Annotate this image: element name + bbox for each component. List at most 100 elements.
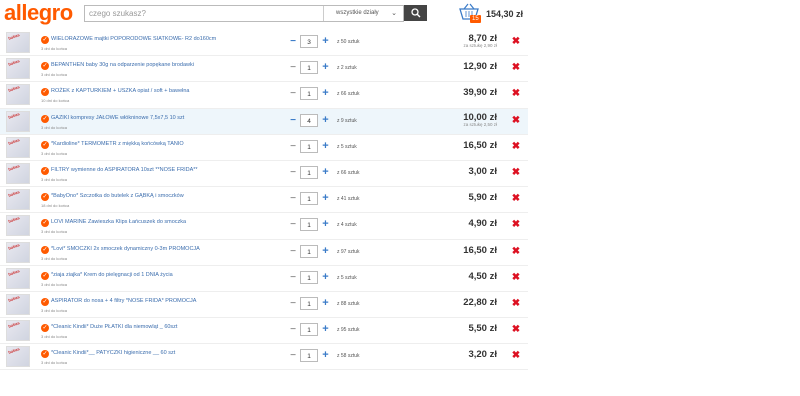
plus-icon[interactable]: + — [321, 61, 330, 74]
product-thumbnail[interactable]: bobas — [6, 241, 30, 263]
cart-item-row: bobas ✓ GAZIKI kompresy JAŁOWE włókninowe … — [0, 108, 528, 135]
quantity-input[interactable]: 1 — [300, 192, 318, 206]
plus-icon[interactable]: + — [321, 35, 330, 48]
quantity-input[interactable]: 1 — [300, 61, 318, 75]
product-thumbnail[interactable]: bobas — [6, 189, 30, 211]
product-thumbnail[interactable]: bobas — [6, 58, 30, 80]
product-thumbnail[interactable]: bobas — [6, 320, 30, 342]
quantity-input[interactable]: 4 — [300, 113, 318, 127]
minus-icon[interactable]: − — [289, 193, 297, 205]
cart-item-row: bobas ✓ FILTRY wymienne do ASPIRATORA 10sz… — [0, 161, 528, 188]
plus-icon[interactable]: + — [321, 140, 330, 153]
plus-icon[interactable]: + — [321, 114, 330, 127]
search-input[interactable] — [89, 6, 319, 21]
quantity-input[interactable]: 1 — [300, 87, 318, 101]
product-name-link[interactable]: ROŻEK z KAPTURKIEM + USZKA opiat / soft … — [51, 88, 189, 94]
x-icon[interactable]: ✖ — [511, 272, 521, 283]
quantity-input[interactable]: 1 — [300, 244, 318, 258]
product-name-link[interactable]: ASPIRATOR do nosa + 4 filtry *NOSE FRIDA… — [51, 298, 196, 304]
stock-info: z 66 sztuk — [337, 91, 360, 98]
product-thumbnail[interactable]: bobas — [6, 267, 30, 289]
product-name-link[interactable]: BEPANTHEN baby 30g na odparzenie popękan… — [51, 62, 194, 68]
unit-price: za sztukę 2,90 zł — [463, 43, 497, 48]
product-thumbnail[interactable]: bobas — [6, 84, 30, 106]
x-icon[interactable]: ✖ — [511, 246, 521, 257]
plus-icon[interactable]: + — [321, 323, 330, 336]
quantity-input[interactable]: 1 — [300, 323, 318, 337]
delivery-info: 3 dni do końca — [41, 150, 68, 156]
product-thumbnail[interactable]: bobas — [6, 346, 30, 368]
product-name-link[interactable]: *ziaja ziajka* Krem do pielęgnacji od 1 … — [51, 272, 173, 278]
quantity-input[interactable]: 1 — [300, 165, 318, 179]
minus-icon[interactable]: − — [289, 167, 297, 179]
plus-icon[interactable]: + — [321, 218, 330, 231]
minus-icon[interactable]: − — [289, 88, 297, 100]
product-name-link[interactable]: LOVI MARINE Zawieszka Klips Łańcuszek do… — [51, 219, 186, 225]
x-icon[interactable]: ✖ — [511, 37, 521, 47]
plus-icon[interactable]: + — [321, 166, 330, 179]
minus-icon[interactable]: − — [289, 246, 297, 258]
minus-icon[interactable]: − — [289, 272, 297, 284]
minus-icon[interactable]: − — [289, 350, 297, 362]
item-price: 3,20 zł — [468, 349, 497, 361]
product-name-link[interactable]: *Lovi* SMOCZKI 2x smoczek dynamiczny 0-3… — [51, 246, 200, 252]
plus-icon[interactable]: + — [321, 192, 330, 205]
product-thumbnail[interactable]: bobas — [6, 162, 30, 184]
x-icon[interactable]: ✖ — [511, 89, 521, 99]
x-icon[interactable]: ✖ — [511, 115, 521, 126]
allegro-logo[interactable]: allegro — [4, 0, 73, 26]
department-select[interactable]: wszystkie działy ⌄ — [323, 6, 403, 21]
minus-icon[interactable]: − — [289, 36, 297, 48]
x-icon[interactable]: ✖ — [511, 220, 521, 230]
product-name-link[interactable]: *Kardioline* TERMOMETR z miękką końcówką… — [51, 141, 184, 147]
product-thumbnail[interactable]: bobas — [6, 110, 30, 132]
product-name-link[interactable]: GAZIKI kompresy JAŁOWE włókninowe 7,5x7,… — [51, 115, 184, 121]
quantity-input[interactable]: 1 — [300, 270, 318, 284]
plus-icon[interactable]: + — [321, 349, 330, 362]
minus-icon[interactable]: − — [289, 115, 297, 127]
stock-info: z 5 sztuk — [337, 274, 357, 281]
x-icon[interactable]: ✖ — [511, 298, 521, 309]
x-icon[interactable]: ✖ — [511, 351, 521, 361]
x-icon[interactable]: ✖ — [511, 167, 521, 178]
product-thumbnail[interactable]: bobas — [6, 136, 30, 158]
x-icon[interactable]: ✖ — [511, 325, 521, 335]
plus-icon[interactable]: + — [321, 245, 330, 258]
stock-info: z 95 sztuk — [337, 327, 360, 334]
x-icon[interactable]: ✖ — [511, 141, 521, 152]
stock-info: z 9 sztuk — [337, 117, 357, 124]
product-name-link[interactable]: FILTRY wymienne do ASPIRATORA 10szt **NO… — [51, 167, 198, 173]
plus-icon[interactable]: + — [321, 271, 330, 284]
product-thumbnail[interactable]: bobas — [6, 32, 30, 53]
quantity-input[interactable]: 1 — [300, 296, 318, 310]
plus-icon[interactable]: + — [321, 297, 330, 310]
check-circle-icon: ✓ — [41, 114, 49, 123]
product-name-link[interactable]: *Cleanic Kindii* Duże PŁATKI dla niemowl… — [51, 324, 177, 330]
x-icon[interactable]: ✖ — [511, 194, 521, 204]
quantity-input[interactable]: 1 — [300, 139, 318, 153]
quantity-input[interactable]: 1 — [300, 349, 318, 363]
product-name-link[interactable]: *Cleanic Kindii*__ PATYCZKI higieniczne … — [51, 350, 175, 356]
minus-icon[interactable]: − — [289, 298, 297, 310]
minus-icon[interactable]: − — [289, 62, 297, 74]
chevron-down-icon: ⌄ — [391, 10, 397, 17]
item-price: 4,50 zł — [468, 270, 497, 282]
product-name-link[interactable]: WIELORAZOWE majtki POPORODOWE SIATKOWE- … — [51, 36, 216, 42]
x-icon[interactable]: ✖ — [511, 63, 521, 73]
product-thumbnail[interactable]: bobas — [6, 293, 30, 315]
minus-icon[interactable]: − — [289, 324, 297, 336]
search-button[interactable] — [404, 5, 427, 21]
check-circle-icon: ✓ — [41, 62, 49, 71]
quantity-input[interactable]: 1 — [300, 218, 318, 232]
item-price: 12,90 zł — [463, 61, 497, 73]
minus-icon[interactable]: − — [289, 219, 297, 231]
product-name-link[interactable]: *BabyOno* Szczotka do butelek z GĄBKĄ i … — [51, 193, 184, 199]
item-price: 4,90 zł — [468, 218, 497, 230]
product-thumbnail[interactable]: bobas — [6, 215, 30, 237]
minus-icon[interactable]: − — [289, 141, 297, 153]
quantity-input[interactable]: 3 — [300, 35, 318, 48]
cart-total: 154,30 zł — [486, 9, 524, 19]
delivery-info: 10 dni do końca — [41, 98, 70, 104]
plus-icon[interactable]: + — [321, 87, 330, 100]
cart-item-row: bobas ✓ ASPIRATOR do nosa + 4 filtry *NOSE… — [0, 292, 528, 319]
